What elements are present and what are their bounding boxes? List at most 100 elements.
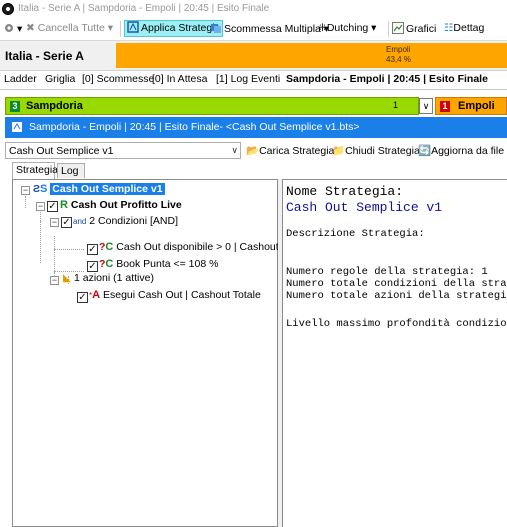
tab-ladder[interactable]: Ladder (4, 73, 37, 85)
home-team-bar[interactable]: 3 Sampdoria 1 (5, 97, 419, 115)
collapse-toggle[interactable]: − (50, 218, 59, 227)
tree-condition-group-label: 2 Condizioni [AND] (89, 215, 178, 227)
toolbar-divider (120, 21, 121, 37)
tree-root-label: Cash Out Semplice v1 (50, 183, 165, 195)
close-strategy-button[interactable]: 📁Chiudi Strategia (332, 144, 420, 157)
tree-root[interactable]: ƧS Cash Out Semplice v1 (33, 183, 165, 195)
action-badge: A (92, 289, 101, 301)
tree-rule[interactable]: R Cash Out Profitto Live (60, 199, 182, 211)
folder-open-icon: 📂 (246, 145, 260, 157)
collapse-toggle[interactable]: − (50, 276, 59, 285)
chevron-down-icon[interactable]: ∨ (419, 98, 433, 114)
rules-count-line: Numero regole della strategia: 1 (286, 266, 488, 278)
tree-actions-group-label: 1 azioni (1 attive) (74, 272, 154, 284)
update-from-file-button[interactable]: 🔄Aggiorna da file (418, 144, 504, 157)
multiple-bet-icon (211, 24, 221, 33)
folder-close-icon: 📁 (332, 145, 346, 157)
charts-button[interactable]: Grafici (392, 22, 436, 35)
strategy-file-icon (12, 122, 22, 132)
tab-strategia[interactable]: Strategia (12, 162, 58, 179)
tree-action[interactable]: *A Esegui Cash Out | Cashout Totale (89, 289, 261, 301)
load-strategy-button[interactable]: 📂Carica Strategia (246, 144, 334, 157)
strategy-root-icon: Ƨ (33, 183, 41, 195)
condition-group-checkbox[interactable]: ✓ (61, 217, 72, 228)
cancel-all-button[interactable]: ✖ Cancella Tutte ▾ (26, 22, 113, 34)
strategy-select-value: Cash Out Semplice v1 (9, 145, 114, 157)
chart-icon (392, 22, 404, 34)
away-team-name: Empoli (458, 100, 495, 112)
tab-event[interactable]: Sampdoria - Empoli | 20:45 | Esito Final… (286, 73, 488, 85)
gear-icon (5, 24, 13, 32)
tab-log[interactable]: Log (57, 163, 85, 178)
competition-title: Italia - Serie A (5, 49, 84, 63)
away-team-bar[interactable]: 1 Empoli (435, 97, 507, 115)
tree-rule-label: Cash Out Profitto Live (70, 199, 182, 211)
condition-badge: C (105, 241, 114, 253)
settings-dropdown[interactable]: ▾ (3, 22, 22, 35)
depth-line: Livello massimo profondità condizioni (286, 318, 507, 330)
dutching-icon: ⁜ (318, 22, 327, 34)
collapse-toggle[interactable]: − (36, 202, 45, 211)
tab-log-eventi[interactable]: [1] Log Eventi (216, 73, 280, 85)
condition-checkbox[interactable]: ✓ (87, 261, 98, 272)
apply-strategy-button[interactable]: Applica Strategia (124, 20, 224, 37)
details-icon: ☷ (444, 22, 454, 34)
toolbar-divider (388, 21, 389, 37)
tree-condition-label: Book Punta <= 108 % (116, 258, 219, 270)
tree-condition-label: Cash Out disponibile > 0 | Cashout tot (116, 241, 294, 253)
odds-bar: Empoli 43,4 % (116, 43, 507, 68)
condition-checkbox[interactable]: ✓ (87, 244, 98, 255)
market-bar: Sampdoria - Empoli | 20:45 | Esito Final… (5, 117, 507, 138)
strategy-badge: S (40, 183, 48, 195)
details-label: Dettag (453, 22, 485, 34)
tree-condition[interactable]: ?C Cash Out disponibile > 0 | Cashout to… (99, 241, 293, 253)
tree-connector (54, 236, 55, 271)
away-team-number: 1 (440, 101, 450, 112)
conditions-count-line: Numero totale condizioni della strategia (286, 278, 507, 290)
close-strategy-label: Chiudi Strategia (345, 145, 420, 157)
and-icon: and (73, 217, 87, 226)
cancel-icon: ✖ (26, 22, 35, 34)
collapse-toggle[interactable]: − (21, 186, 30, 195)
condition-badge: C (105, 258, 114, 270)
tree-action-label: Esegui Cash Out | Cashout Totale (103, 289, 261, 301)
load-strategy-label: Carica Strategia (259, 145, 335, 157)
tab-in-attesa[interactable]: [0] In Attesa (152, 73, 207, 85)
actions-count-line: Numero totale azioni della strategia (286, 290, 507, 302)
rule-badge: R (60, 199, 68, 211)
market-title: Sampdoria - Empoli | 20:45 | Esito Final… (29, 121, 360, 133)
odds-bar-percent: 43,4 % (386, 55, 411, 64)
chevron-down-icon: ▾ (107, 22, 114, 34)
strategy-name-heading: Nome Strategia: (286, 184, 404, 199)
strategy-info-panel: Nome Strategia: Cash Out Semplice v1 Des… (282, 179, 507, 527)
dutching-button[interactable]: ⁜Dutching ▾ (318, 22, 376, 34)
multiple-bet-button[interactable]: Scommessa Multipla ▾ (210, 22, 329, 35)
charts-label: Grafici (406, 23, 437, 35)
strategy-tree: − ƧS Cash Out Semplice v1 − ✓ R Cash Out… (12, 179, 293, 527)
tree-actions-group[interactable]: ◣ 1 azioni (1 attive) (63, 272, 154, 284)
event-header: Italia - Serie A Empoli 43,4 % (0, 41, 507, 71)
main-toolbar: ▾ ✖ Cancella Tutte ▾ Applica Strategia S… (0, 18, 507, 41)
action-checkbox[interactable]: ✓ (77, 292, 88, 303)
rule-checkbox[interactable]: ✓ (47, 201, 58, 212)
odds-bar-team: Empoli (386, 45, 411, 54)
home-team-dropdown-value: 1 (392, 100, 398, 110)
tab-scommesse[interactable]: [0] Scommesse (82, 73, 154, 85)
tree-condition-group[interactable]: and 2 Condizioni [AND] (73, 215, 178, 227)
title-bar: Italia - Serie A | Sampdoria - Empoli | … (0, 0, 507, 18)
tab-griglia[interactable]: Griglia (45, 73, 75, 85)
actions-folder-icon: ◣ (63, 272, 72, 284)
cancel-all-label: Cancella Tutte (37, 22, 105, 34)
home-team-number: 3 (10, 101, 20, 112)
strategy-bar: Cash Out Semplice v1 ∨ 📂Carica Strategia… (5, 140, 507, 160)
strategy-select[interactable]: Cash Out Semplice v1 ∨ (5, 142, 241, 159)
main-tabs: Ladder Griglia [0] Scommesse [0] In Atte… (0, 71, 507, 90)
apply-strategy-label: Applica Strategia (141, 22, 221, 34)
app-icon (2, 3, 14, 15)
strategy-subtabs: Strategia Log (12, 162, 507, 179)
details-button[interactable]: ☷Dettag (444, 22, 484, 34)
strategy-description-heading: Descrizione Strategia: (286, 228, 425, 240)
tree-condition[interactable]: ?C Book Punta <= 108 % (99, 258, 218, 270)
tree-connector (54, 249, 84, 250)
dutching-label: Dutching (326, 22, 369, 34)
